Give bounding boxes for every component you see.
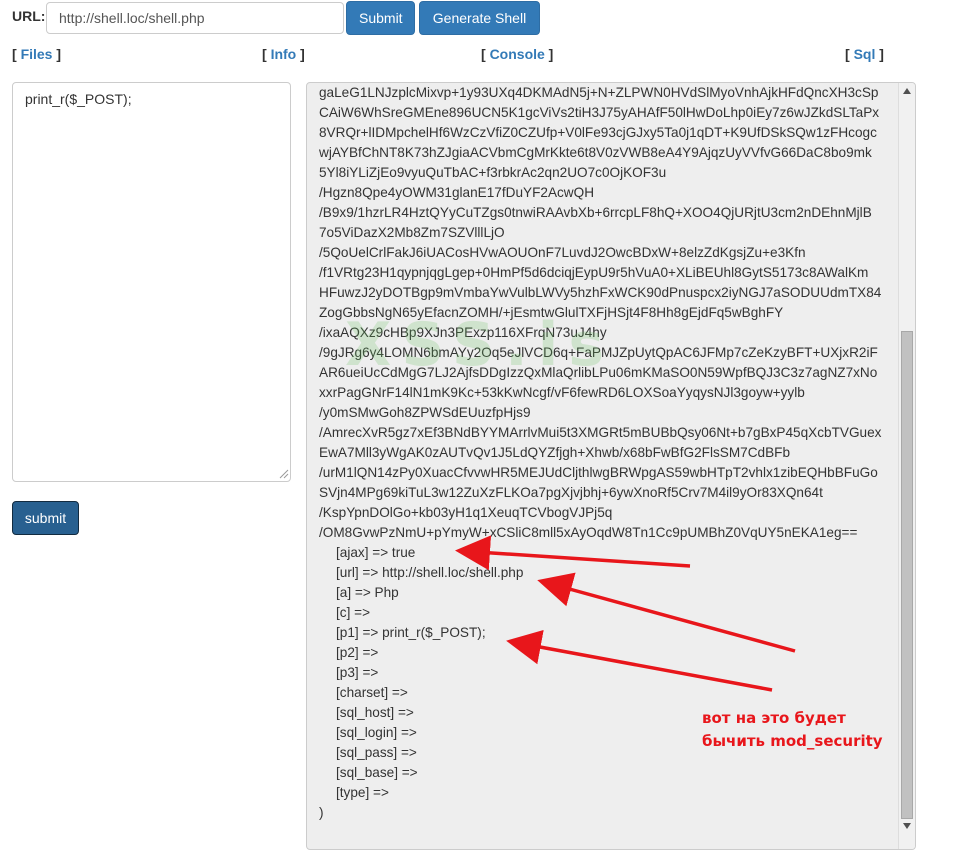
nav-sql: [ Sql ] <box>845 46 884 62</box>
output-field-line: [type] => <box>336 785 389 800</box>
generate-shell-button[interactable]: Generate Shell <box>419 1 540 35</box>
output-field-line: [sql_base] => <box>336 765 418 780</box>
output-line: /9gJRg6y4LOMN6bmAYy2Oq5eJlVCD6q+FaPMJZpU… <box>319 345 878 360</box>
output-line: AR6ueiUcCdMgG7LJ2AjfsDDgIzzQxMlaQrlibLPu… <box>319 365 878 380</box>
output-field-line: [charset] => <box>336 685 408 700</box>
output-line: wjAYBfChNT8K73hZJgiaACVbmCgMrKkte6t8V0zV… <box>319 145 872 160</box>
output-field-line: [p1] => print_r($_POST); <box>336 625 486 640</box>
output-line: /f1VRtg23H1qypnjqgLgep+0HmPf5d6dciqjEypU… <box>319 265 869 280</box>
nav-files: [ Files ] <box>12 46 62 62</box>
scroll-down-arrow-icon[interactable] <box>900 819 914 833</box>
nav-link-sql[interactable]: Sql <box>854 46 876 62</box>
nav-link-files[interactable]: Files <box>21 46 53 62</box>
output-line: /urM1lQN14zPy0XuacCfvvwHR5MEJUdCljthlwgB… <box>319 465 878 480</box>
scrollbar-thumb[interactable] <box>901 331 913 819</box>
output-closing-paren: ) <box>319 805 324 820</box>
output-field-line: [a] => Php <box>336 585 399 600</box>
code-input[interactable]: print_r($_POST); <box>12 82 291 482</box>
output-line: SVjn4MPg69kiTuL3w12ZuXzFLKOa7pgXjvjbhj+6… <box>319 485 823 500</box>
output-line: gaLeG1LNJzplcMixvp+1y93UXq4DKMAdN5j+N+ZL… <box>319 85 879 100</box>
code-submit-button[interactable]: submit <box>12 501 79 535</box>
submit-button[interactable]: Submit <box>346 1 415 35</box>
output-line: CAiW6WhSreGMEne896UCN5K1gcViVs2tiH3J75yA… <box>319 105 880 120</box>
output-line: /5QoUelCrlFakJ6iUACosHVwAOUOnF7LuvdJ2Owc… <box>319 245 806 260</box>
output-line: HFuwzJ2yDOTBgp9mVmbaYwVulbLWVy5hzhFxWCK9… <box>319 285 882 300</box>
nav-console: [ Console ] <box>481 46 554 62</box>
output-line: /OM8GvwPzNmU+pYmyW+xCSliC8mll5xAyOqdW8Tn… <box>319 525 858 540</box>
annotation-text: вот на это будет бычить mod_security <box>702 709 883 750</box>
output-field-line: [p2] => <box>336 645 379 660</box>
output-line: xxrPagGNrF14lN1mK9Kc+53kKwNcgf/vF6fewRD6… <box>319 385 805 400</box>
output-field-line: [ajax] => true <box>336 545 416 560</box>
output-line: /y0mSMwGoh8ZPWSdEUuzfpHjs9 <box>319 405 531 420</box>
output-line: /AmrecXvR5gz7xEf3BNdBYYMArrlvMui5t3XMGRt… <box>319 425 882 440</box>
output-line: /KspYpnDOlGo+kb03yH1q1XeuqTCVbogVJPj5q <box>319 505 613 520</box>
output-line: EwA7Mll3yWgAK0zAUTvQv1J5LdQYZfjgh+Xhwb/x… <box>319 445 791 460</box>
output-line: /Hgzn8Qpe4yOWM31glanE17fDuYF2AcwQH <box>319 185 595 200</box>
output-line: /B9x9/1hzrLR4HztQYyCuTZgs0tnwiRAAvbXb+6r… <box>319 205 872 220</box>
nav-info: [ Info ] <box>262 46 305 62</box>
output-line: 8VRQr+lIDMpchelHf6WzCzVfiZ0CZUfp+V0lFe93… <box>319 125 877 140</box>
url-label: URL: <box>12 8 46 24</box>
output-field-line: [url] => http://shell.loc/shell.php <box>336 565 524 580</box>
scroll-up-arrow-icon[interactable] <box>900 84 914 98</box>
output-line: 5Yl8iYLiZjEo9vyuQuTbAC+f3rbkrAc2qn2UO7c0… <box>319 165 667 180</box>
nav-link-console[interactable]: Console <box>490 46 545 62</box>
url-input[interactable] <box>46 2 344 34</box>
scrollbar[interactable] <box>898 83 915 849</box>
nav-link-info[interactable]: Info <box>271 46 297 62</box>
resize-grip-icon[interactable] <box>277 467 289 479</box>
output-line: 7o5ViDazX2Mb8Zm7SZVlllLjO <box>319 225 505 240</box>
output-line: ZogGbbsNgN65yEfacnZOMH/+jEsmtwGlulTXFjHS… <box>319 305 784 320</box>
output-field-line: [c] => <box>336 605 371 620</box>
output-line: /ixaAQXz9cHBp9XJn3PExzp116XFrqN73uJ4hy <box>319 325 607 340</box>
output-field-line: [p3] => <box>336 665 379 680</box>
